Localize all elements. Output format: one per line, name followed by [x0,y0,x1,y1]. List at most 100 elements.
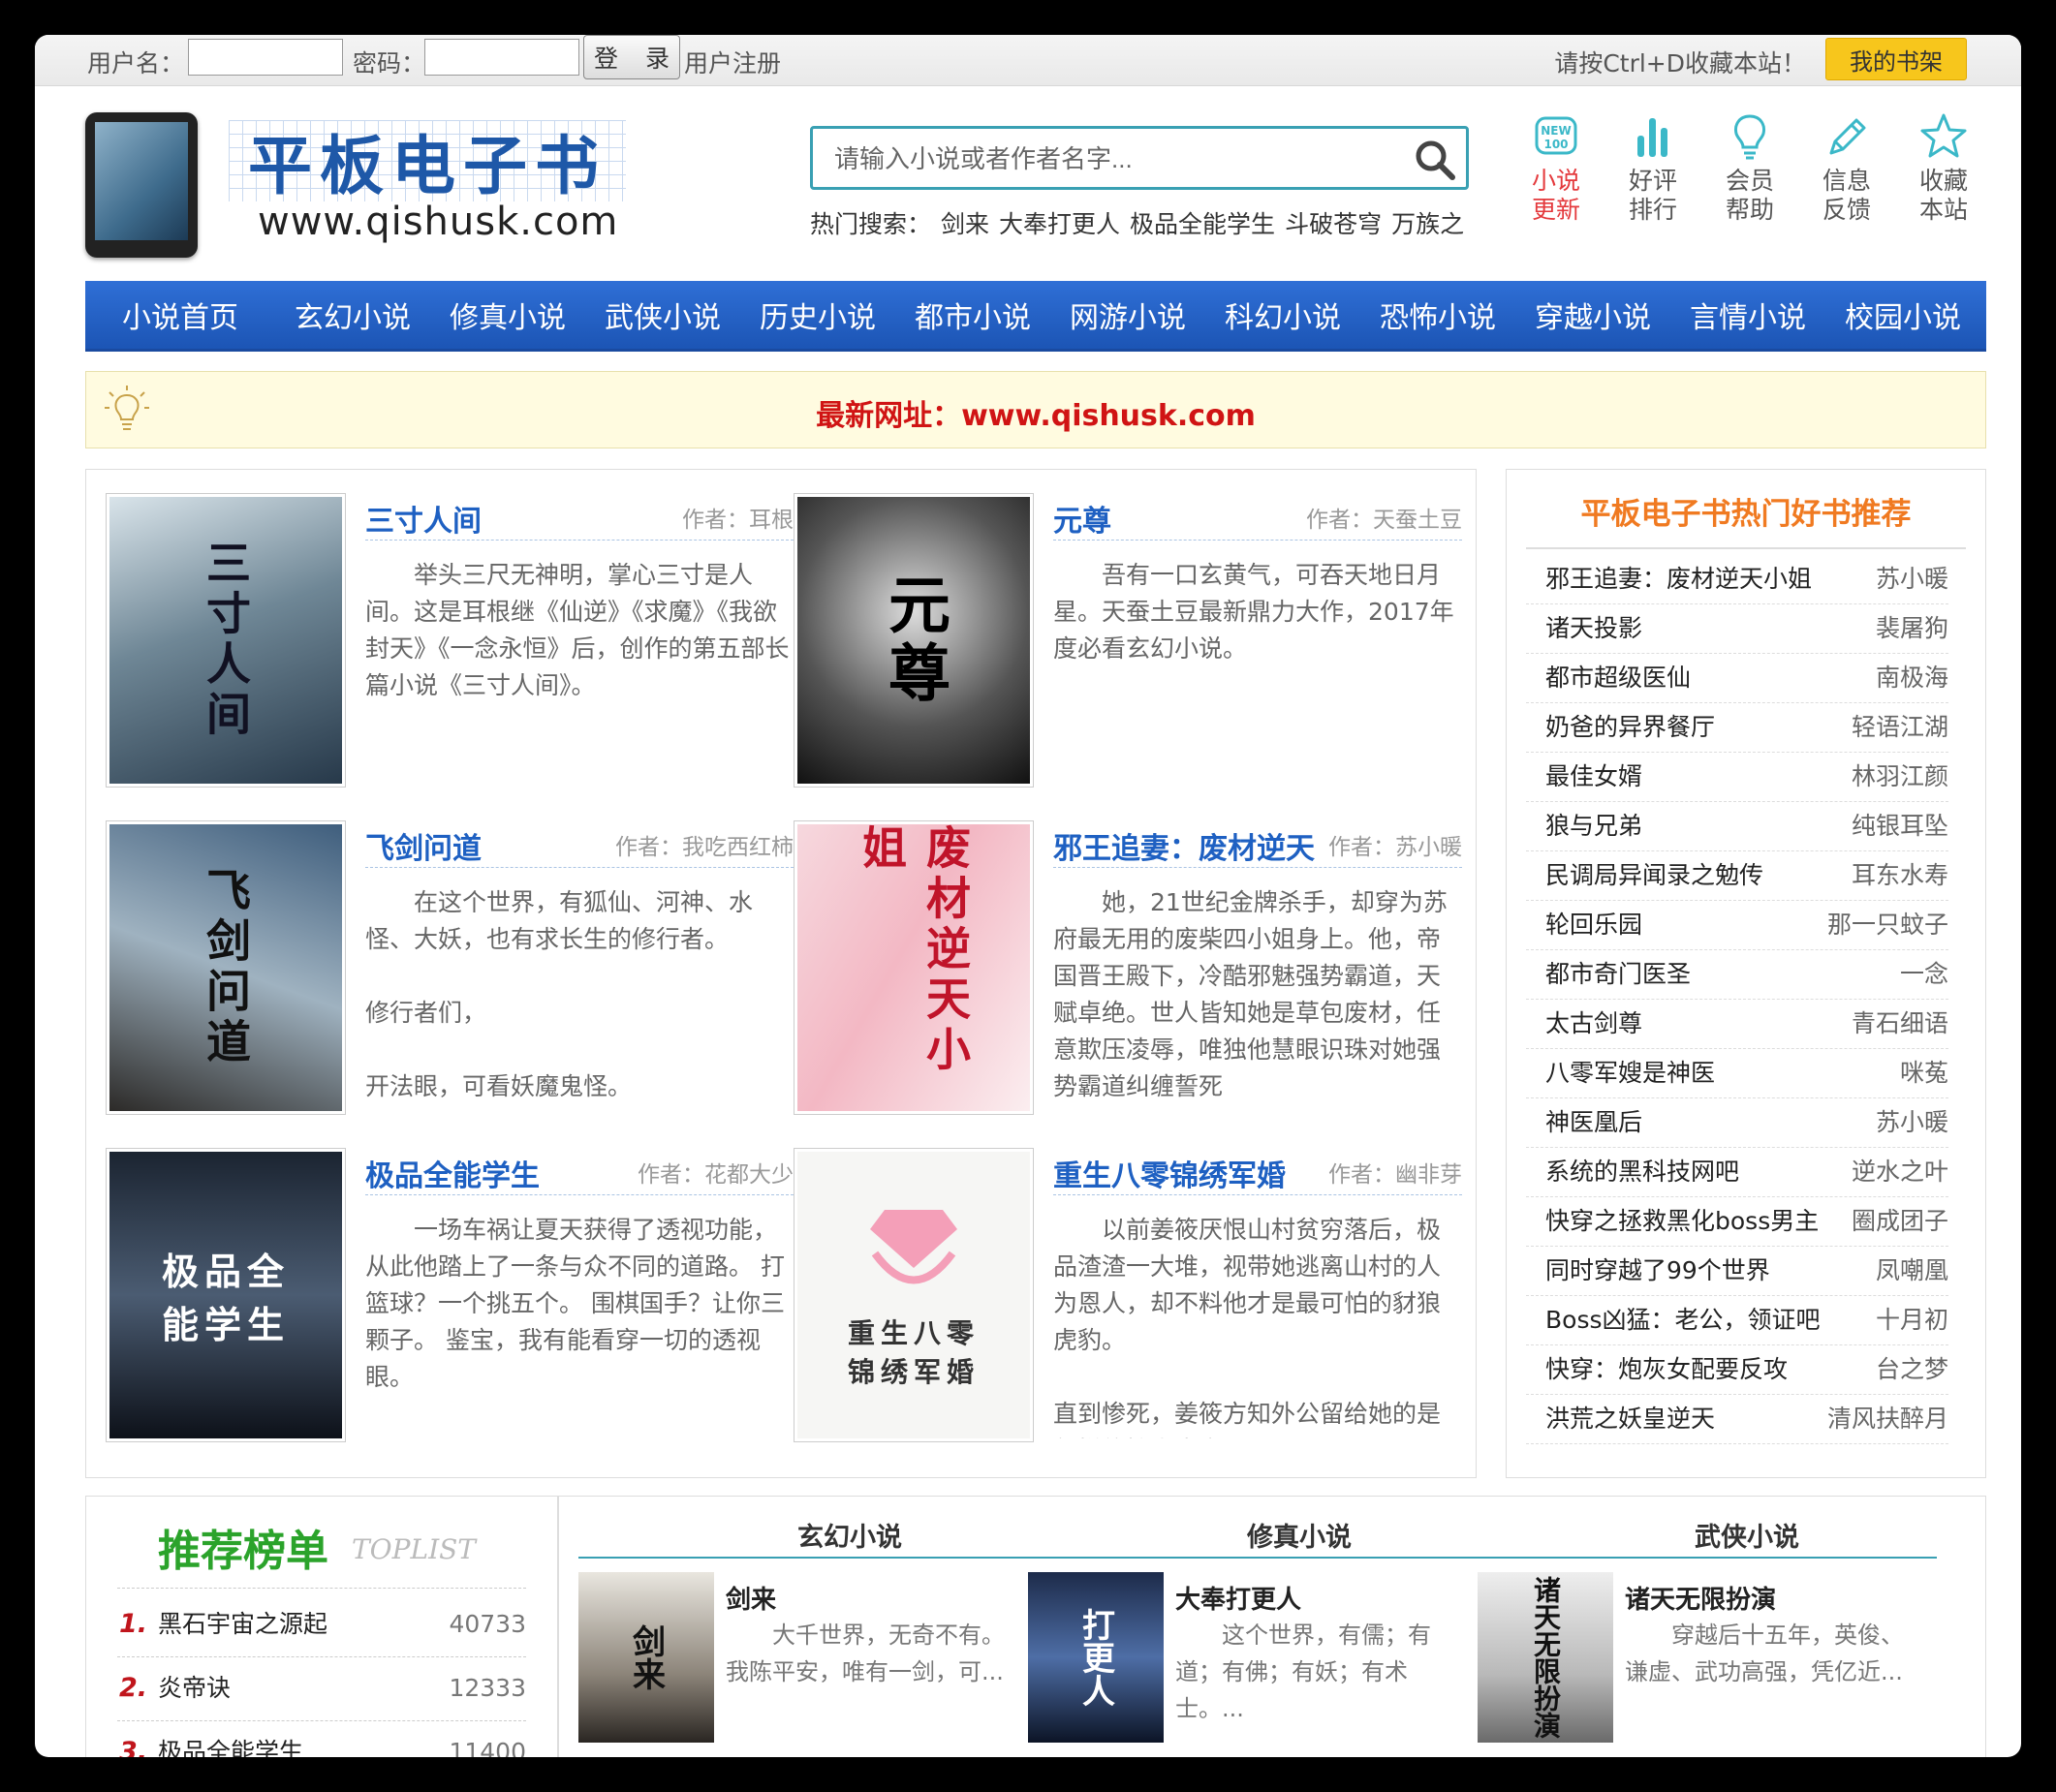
quick-link-label: 信息 [1822,167,1871,195]
password-input[interactable] [424,39,579,76]
book-cover[interactable]: 剑来 [578,1572,714,1743]
logo-tablet-image[interactable] [85,112,198,258]
book-cover-art: 三寸人间 [109,497,342,784]
book-cover[interactable]: 重生八零锦绣军婚 [794,1148,1034,1442]
nav-item-xiaoyuan[interactable]: 校园小说 [1825,294,1980,336]
book-cover[interactable]: 飞剑问道 [106,820,346,1115]
quick-link-favorite[interactable]: 收藏 本站 [1905,110,1982,225]
quick-link-label: 反馈 [1822,196,1871,224]
nav-item-dushi[interactable]: 都市小说 [895,294,1050,336]
list-item[interactable]: 系统的黑科技网吧 逆水之叶 [1526,1148,1948,1197]
list-item[interactable]: 八零军嫂是神医 咪菟 [1526,1049,1948,1098]
top-login-bar: 用户名： 密码： 登 录 用户注册 请按Ctrl+D收藏本站！ 我的书架 [35,35,2021,86]
lightbulb-icon [1734,114,1765,160]
recommend-title: 平板电子书热门好书推荐 [1526,489,1966,549]
book-cover[interactable]: 三寸人间 [106,493,346,788]
list-item[interactable]: 神医凰后 苏小暖 [1526,1098,1948,1148]
bookshelf-button[interactable]: 我的书架 [1825,38,1967,80]
hot-term[interactable]: 斗破苍穹 [1285,210,1382,238]
list-item[interactable]: 2. 炎帝诀 12333 [117,1657,526,1721]
list-item[interactable]: 都市超级医仙 南极海 [1526,654,1948,703]
book-description: 在这个世界，有狐仙、河神、水怪、大妖，也有求长生的修行者。 修行者们， 开法眼，… [365,888,754,1100]
featured-book: 元尊 元尊 作者：天蚕土豆 吾有一口玄黄气，可吞天地日月星。天蚕土豆最新鼎力大作… [794,493,1462,793]
list-item[interactable]: 都市奇门医圣 一念 [1526,950,1948,1000]
book-description: 吾有一口玄黄气，可吞天地日月星。天蚕土豆最新鼎力大作，2017年度必看玄幻小说。 [1053,561,1454,663]
featured-book: 废材逆天小姐 邪王追妻：废材逆天 作者：苏小暖 她，21世纪金牌杀手，却穿为苏府… [794,820,1462,1121]
nav-item-kehuan[interactable]: 科幻小说 [1205,294,1360,336]
browser-window: 用户名： 密码： 登 录 用户注册 请按Ctrl+D收藏本站！ 我的书架 平板电… [35,35,2021,1757]
book-title[interactable]: 诸天无限扮演 [1625,1580,1776,1616]
book-title[interactable]: 极品全能学生 [365,1152,540,1194]
nav-item-xiuzhen[interactable]: 修真小说 [430,294,585,336]
logo-title[interactable]: 平板电子书 [229,120,626,203]
list-item[interactable]: 诸天投影 裴屠狗 [1526,604,1948,654]
hot-term[interactable]: 剑来 [941,210,989,238]
quick-link-update[interactable]: NEW 100 小说 更新 [1517,110,1595,225]
book-cover[interactable]: 诸天无限扮演 [1478,1572,1613,1743]
category-book: 打更人 大奉打更人 这个世界，有儒；有道；有佛；有妖；有术士。... [1028,1572,1474,1746]
quick-link-help[interactable]: 会员 帮助 [1711,110,1789,225]
book-title[interactable]: 三寸人间 [365,497,482,540]
book-author: 作者：幽非芽 [1328,1162,1462,1188]
book-description: 这个世界，有儒；有道；有佛；有妖；有术士。... [1175,1622,1431,1722]
quick-link-label: 更新 [1531,196,1580,224]
list-item[interactable]: 太古剑尊 青石细语 [1526,1000,1948,1049]
book-cover-art: 极品全能学生 [109,1152,342,1438]
list-item[interactable]: 快穿之拯救黑化boss男主 圈成团子 [1526,1197,1948,1247]
book-cover[interactable]: 打更人 [1028,1572,1164,1743]
book-cover-art: 废材逆天小姐 [797,824,1030,1111]
book-cover[interactable]: 极品全能学生 [106,1148,346,1442]
tab-xuanhuan[interactable]: 玄幻小说 [627,1516,1073,1554]
nav-item-chuanyue[interactable]: 穿越小说 [1515,294,1670,336]
book-author: 作者：耳根 [682,508,794,533]
main-nav: 小说首页 玄幻小说 修真小说 武侠小说 历史小说 都市小说 网游小说 科幻小说 … [85,281,1986,352]
book-cover[interactable]: 元尊 [794,493,1034,788]
login-button[interactable]: 登 录 [583,35,680,79]
nav-item-home[interactable]: 小说首页 [85,294,275,336]
list-item[interactable]: 轮回乐园 那一只蚊子 [1526,901,1948,950]
notice-bar: 最新网址：www.qishusk.com [85,371,1986,448]
nav-item-lishi[interactable]: 历史小说 [740,294,895,336]
book-cover[interactable]: 废材逆天小姐 [794,820,1034,1115]
nav-item-wangyou[interactable]: 网游小说 [1050,294,1205,336]
list-item[interactable]: 民调局异闻录之勉传 耳东水寿 [1526,851,1948,901]
list-item[interactable]: 洪荒之妖皇逆天 清风扶醉月 [1526,1395,1948,1444]
list-item[interactable]: 狼与兄弟 纯银耳坠 [1526,802,1948,851]
star-icon [1920,113,1967,158]
nav-item-kongbu[interactable]: 恐怖小说 [1360,294,1515,336]
nav-item-wuxia[interactable]: 武侠小说 [585,294,740,336]
notice-text[interactable]: 最新网址：www.qishusk.com [86,391,1985,434]
list-item[interactable]: 奶爸的异界餐厅 轻语江湖 [1526,703,1948,753]
book-title[interactable]: 剑来 [726,1580,776,1616]
list-item[interactable]: 邪王追妻：废材逆天小姐 苏小暖 [1526,555,1948,604]
username-input[interactable] [188,39,343,76]
hot-search-label: 热门搜索： [810,210,932,238]
featured-book: 飞剑问道 飞剑问道 作者：我吃西红柿 在这个世界，有狐仙、河神、水怪、大妖，也有… [106,820,794,1121]
list-item[interactable]: 3. 极品全能学生 11400 [117,1721,526,1757]
book-cover-art: 飞剑问道 [109,824,342,1111]
nav-item-xuanhuan[interactable]: 玄幻小说 [275,294,430,336]
hot-term[interactable]: 万族之 [1391,210,1464,238]
tab-wuxia[interactable]: 武侠小说 [1524,1516,1970,1554]
book-description: 一场车祸让夏天获得了透视功能，从此他踏上了一条与众不同的道路。 打篮球？一个挑五… [365,1216,785,1391]
list-item[interactable]: 同时穿越了99个世界 凤嘲凰 [1526,1247,1948,1296]
book-title[interactable]: 飞剑问道 [365,824,482,867]
search-icon[interactable] [1414,139,1456,181]
book-title[interactable]: 邪王追妻：废材逆天 [1053,824,1315,867]
nav-item-yanqing[interactable]: 言情小说 [1670,294,1825,336]
register-link[interactable]: 用户注册 [684,45,781,79]
list-item[interactable]: 最佳女婿 林羽江颜 [1526,753,1948,802]
quick-link-ranking[interactable]: 好评 排行 [1614,110,1692,225]
tab-xiuzhen[interactable]: 修真小说 [1076,1516,1522,1554]
hot-term[interactable]: 极品全能学生 [1130,210,1275,238]
book-title[interactable]: 大奉打更人 [1175,1580,1301,1616]
book-title[interactable]: 重生八零锦绣军婚 [1053,1152,1286,1194]
search-input[interactable] [832,139,1379,179]
list-item[interactable]: 1. 黑石宇宙之源起 40733 [117,1593,526,1657]
book-title[interactable]: 元尊 [1053,497,1111,540]
hot-term[interactable]: 大奉打更人 [999,210,1120,238]
quick-link-feedback[interactable]: 信息 反馈 [1808,110,1885,225]
list-item[interactable]: 快穿：炮灰女配要反攻 台之梦 [1526,1345,1948,1395]
hot-search: 热门搜索： 剑来 大奉打更人 极品全能学生 斗破苍穹 万族之 [810,205,1474,240]
list-item[interactable]: Boss凶猛：老公，领证吧 十月初 [1526,1296,1948,1345]
